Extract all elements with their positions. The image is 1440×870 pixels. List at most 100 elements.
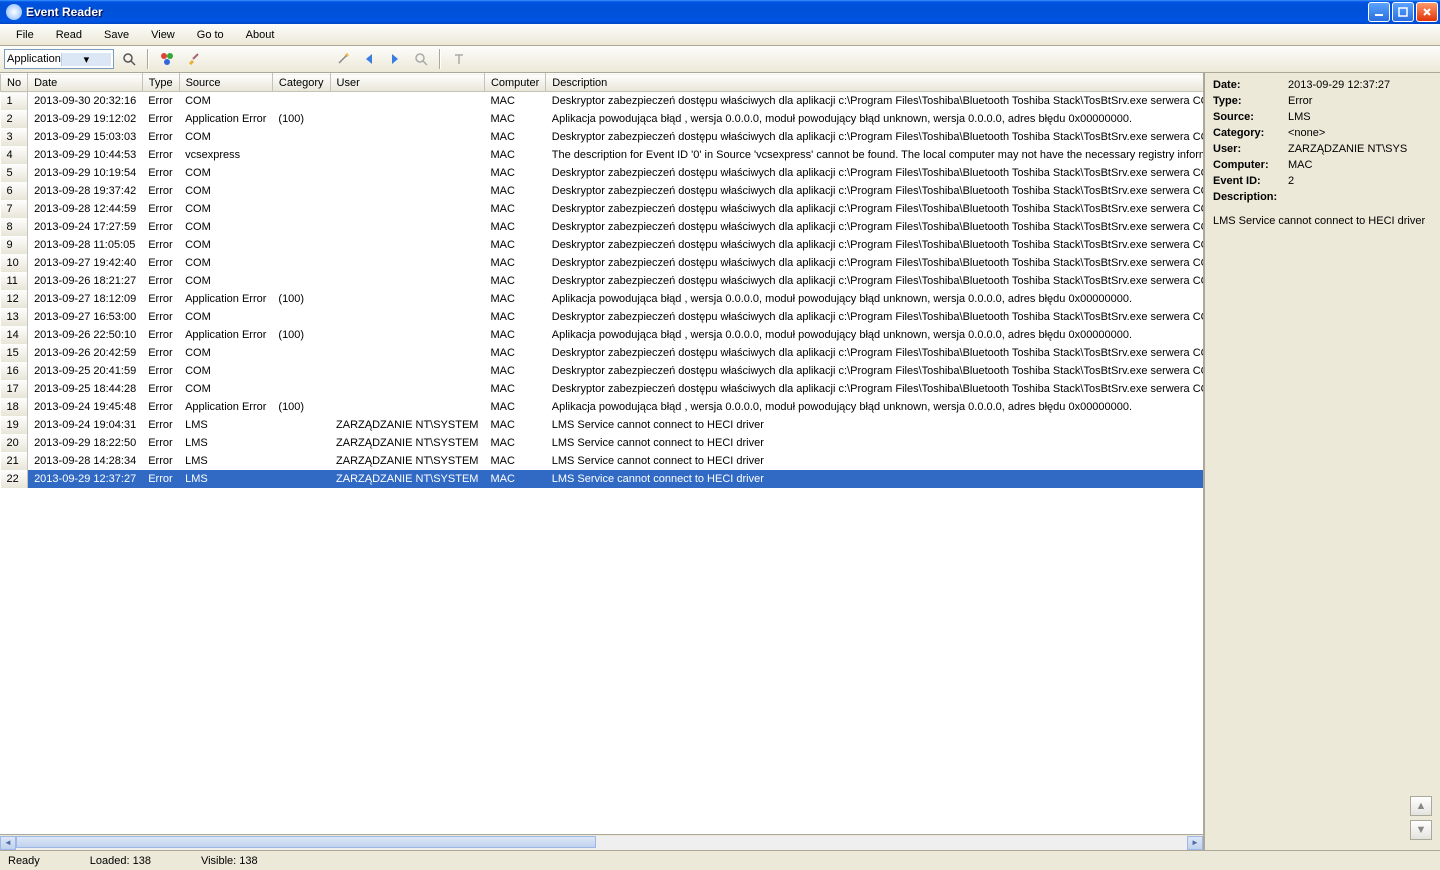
detail-label-type: Type:	[1213, 95, 1288, 107]
table-row[interactable]: 12013-09-30 20:32:16ErrorCOMMACDeskrypto…	[1, 92, 1204, 111]
cell-category	[272, 362, 330, 380]
table-row[interactable]: 182013-09-24 19:45:48ErrorApplication Er…	[1, 398, 1204, 416]
table-row[interactable]: 92013-09-28 11:05:05ErrorCOMMACDeskrypto…	[1, 236, 1204, 254]
cell-user	[330, 182, 484, 200]
cell-category: (100)	[272, 290, 330, 308]
cell-type: Error	[142, 398, 179, 416]
row-number: 6	[1, 182, 28, 200]
categories-icon[interactable]	[156, 48, 178, 70]
cell-category	[272, 434, 330, 452]
detail-computer: MAC	[1288, 159, 1432, 171]
cell-category	[272, 416, 330, 434]
table-row[interactable]: 82013-09-24 17:27:59ErrorCOMMACDeskrypto…	[1, 218, 1204, 236]
cell-computer: MAC	[484, 236, 545, 254]
table-row[interactable]: 102013-09-27 19:42:40ErrorCOMMACDeskrypt…	[1, 254, 1204, 272]
event-table[interactable]: No Date Type Source Category User Comput…	[0, 73, 1203, 488]
brush-icon[interactable]	[182, 48, 204, 70]
row-number: 4	[1, 146, 28, 164]
cell-type: Error	[142, 200, 179, 218]
cell-date: 2013-09-28 14:28:34	[28, 452, 143, 470]
row-number: 10	[1, 254, 28, 272]
next-event-button[interactable]: ▼	[1410, 820, 1432, 840]
horizontal-scrollbar[interactable]: ◄ ►	[0, 834, 1203, 850]
cell-date: 2013-09-27 19:42:40	[28, 254, 143, 272]
row-number: 9	[1, 236, 28, 254]
menu-goto[interactable]: Go to	[187, 27, 234, 43]
col-header-computer[interactable]: Computer	[484, 74, 545, 92]
scroll-thumb[interactable]	[16, 836, 596, 848]
close-button[interactable]	[1416, 2, 1438, 22]
table-row[interactable]: 172013-09-25 18:44:28ErrorCOMMACDeskrypt…	[1, 380, 1204, 398]
cell-category	[272, 92, 330, 111]
detail-category: <none>	[1288, 127, 1432, 139]
text-tool-icon[interactable]	[448, 48, 470, 70]
col-header-category[interactable]: Category	[272, 74, 330, 92]
cell-computer: MAC	[484, 146, 545, 164]
col-header-type[interactable]: Type	[142, 74, 179, 92]
table-row[interactable]: 132013-09-27 16:53:00ErrorCOMMACDeskrypt…	[1, 308, 1204, 326]
scroll-right-icon[interactable]: ►	[1187, 836, 1203, 850]
table-row[interactable]: 32013-09-29 15:03:03ErrorCOMMACDeskrypto…	[1, 128, 1204, 146]
cell-type: Error	[142, 164, 179, 182]
cell-description: Deskryptor zabezpieczeń dostępu właściwy…	[546, 200, 1203, 218]
menu-read[interactable]: Read	[46, 27, 92, 43]
col-header-source[interactable]: Source	[179, 74, 272, 92]
cell-source: Application Error	[179, 110, 272, 128]
cell-user: ZARZĄDZANIE NT\SYSTEM	[330, 470, 484, 488]
cell-date: 2013-09-29 10:44:53	[28, 146, 143, 164]
table-row[interactable]: 52013-09-29 10:19:54ErrorCOMMACDeskrypto…	[1, 164, 1204, 182]
minimize-button[interactable]	[1368, 2, 1390, 22]
cell-user	[330, 380, 484, 398]
table-row[interactable]: 122013-09-27 18:12:09ErrorApplication Er…	[1, 290, 1204, 308]
detail-label-category: Category:	[1213, 127, 1288, 139]
col-header-user[interactable]: User	[330, 74, 484, 92]
table-row[interactable]: 22013-09-29 19:12:02ErrorApplication Err…	[1, 110, 1204, 128]
prev-event-button[interactable]: ▲	[1410, 796, 1432, 816]
table-row[interactable]: 162013-09-25 20:41:59ErrorCOMMACDeskrypt…	[1, 362, 1204, 380]
table-row[interactable]: 142013-09-26 22:50:10ErrorApplication Er…	[1, 326, 1204, 344]
menu-about[interactable]: About	[236, 27, 285, 43]
row-number: 13	[1, 308, 28, 326]
maximize-button[interactable]	[1392, 2, 1414, 22]
cell-date: 2013-09-26 18:21:27	[28, 272, 143, 290]
col-header-no[interactable]: No	[1, 74, 28, 92]
status-visible: Visible: 138	[201, 855, 258, 867]
cell-date: 2013-09-29 19:12:02	[28, 110, 143, 128]
col-header-description[interactable]: Description	[546, 74, 1203, 92]
arrow-right-icon[interactable]	[384, 48, 406, 70]
cell-type: Error	[142, 434, 179, 452]
menu-file[interactable]: File	[6, 27, 44, 43]
log-selector-combo[interactable]: Application ▾	[4, 49, 114, 69]
row-number: 5	[1, 164, 28, 182]
cell-description: LMS Service cannot connect to HECI drive…	[546, 434, 1203, 452]
table-row[interactable]: 42013-09-29 10:44:53ErrorvcsexpressMACTh…	[1, 146, 1204, 164]
table-row[interactable]: 62013-09-28 19:37:42ErrorCOMMACDeskrypto…	[1, 182, 1204, 200]
table-row[interactable]: 152013-09-26 20:42:59ErrorCOMMACDeskrypt…	[1, 344, 1204, 362]
table-row[interactable]: 202013-09-29 18:22:50ErrorLMSZARZĄDZANIE…	[1, 434, 1204, 452]
cell-date: 2013-09-28 12:44:59	[28, 200, 143, 218]
scroll-left-icon[interactable]: ◄	[0, 836, 16, 850]
table-row[interactable]: 212013-09-28 14:28:34ErrorLMSZARZĄDZANIE…	[1, 452, 1204, 470]
table-row[interactable]: 192013-09-24 19:04:31ErrorLMSZARZĄDZANIE…	[1, 416, 1204, 434]
cell-category	[272, 164, 330, 182]
table-row[interactable]: 222013-09-29 12:37:27ErrorLMSZARZĄDZANIE…	[1, 470, 1204, 488]
scroll-track[interactable]	[16, 836, 1187, 850]
cell-type: Error	[142, 110, 179, 128]
cell-computer: MAC	[484, 290, 545, 308]
table-row[interactable]: 112013-09-26 18:21:27ErrorCOMMACDeskrypt…	[1, 272, 1204, 290]
cell-source: COM	[179, 362, 272, 380]
menu-view[interactable]: View	[141, 27, 185, 43]
row-number: 20	[1, 434, 28, 452]
cell-date: 2013-09-25 20:41:59	[28, 362, 143, 380]
row-number: 22	[1, 470, 28, 488]
wand-icon[interactable]	[332, 48, 354, 70]
cell-description: Deskryptor zabezpieczeń dostępu właściwy…	[546, 236, 1203, 254]
search-icon[interactable]	[118, 48, 140, 70]
cell-user: ZARZĄDZANIE NT\SYSTEM	[330, 416, 484, 434]
col-header-date[interactable]: Date	[28, 74, 143, 92]
detail-source: LMS	[1288, 111, 1432, 123]
table-row[interactable]: 72013-09-28 12:44:59ErrorCOMMACDeskrypto…	[1, 200, 1204, 218]
menu-save[interactable]: Save	[94, 27, 139, 43]
find-again-icon[interactable]	[410, 48, 432, 70]
arrow-left-icon[interactable]	[358, 48, 380, 70]
